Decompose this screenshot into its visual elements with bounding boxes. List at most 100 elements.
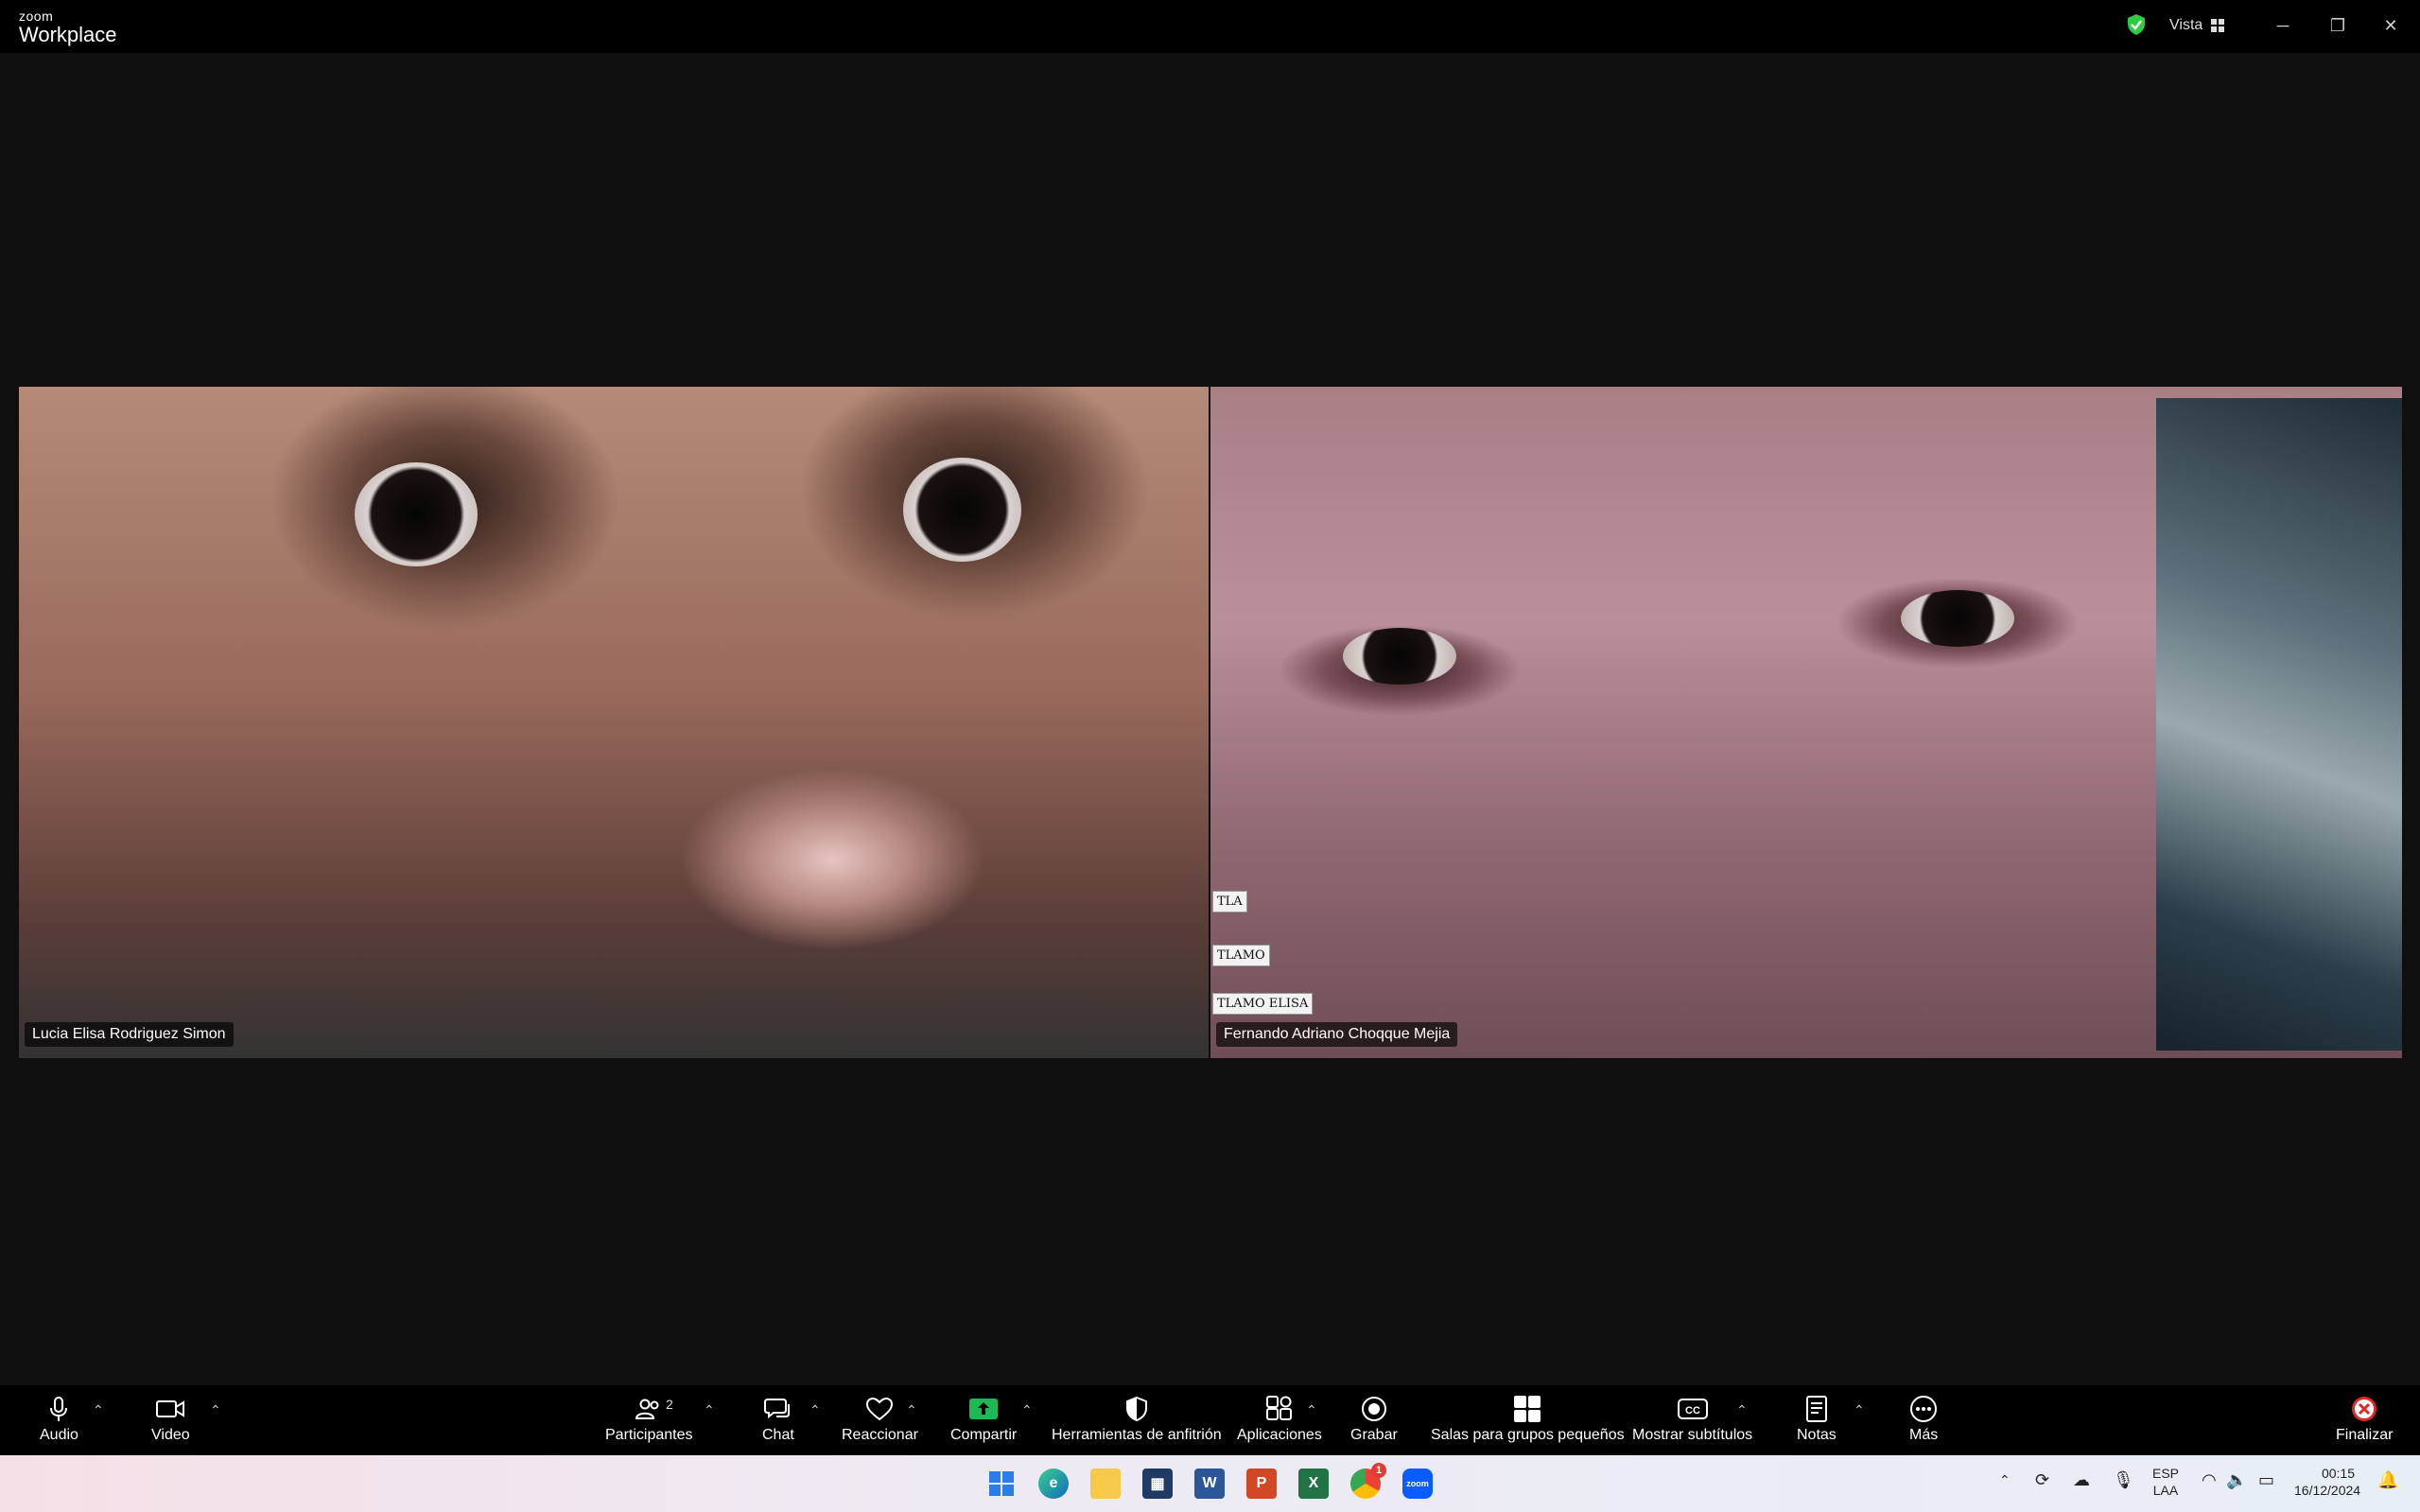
camera-icon xyxy=(155,1395,185,1423)
chat-button[interactable]: Chat xyxy=(762,1395,794,1444)
paper-note: TLAMO ELISA xyxy=(1212,993,1314,1015)
host-tools-label: Herramientas de anfitrión xyxy=(1052,1427,1222,1443)
wifi-icon[interactable]: ◠ xyxy=(2202,1470,2217,1490)
clock-date: 16/12/2024 xyxy=(2294,1483,2361,1498)
heart-icon xyxy=(865,1395,894,1423)
view-label: Vista xyxy=(2169,17,2203,33)
brand-small: zoom xyxy=(19,9,54,24)
breakout-rooms-icon xyxy=(1513,1395,1541,1423)
video-frame-detail xyxy=(1343,628,1456,685)
audio-button[interactable]: Audio xyxy=(40,1395,78,1444)
participants-options-caret-icon[interactable]: ⌃ xyxy=(704,1402,715,1418)
overlay-photo xyxy=(2156,398,2402,1051)
share-screen-icon xyxy=(968,1395,999,1423)
react-label: Reaccionar xyxy=(842,1427,918,1443)
video-label: Video xyxy=(151,1427,190,1443)
notes-options-caret-icon[interactable]: ⌃ xyxy=(1854,1402,1865,1418)
more-label: Más xyxy=(1909,1427,1939,1443)
excel-icon[interactable]: X xyxy=(1298,1469,1329,1499)
meeting-toolbar: Audio ⌃ Video ⌃ Participantes 2 ⌃ Chat ⌃… xyxy=(0,1385,2420,1455)
captions-label: Mostrar subtítulos xyxy=(1632,1427,1753,1443)
video-tile-participant-1[interactable]: Lucia Elisa Rodriguez Simon xyxy=(19,387,1209,1058)
more-button[interactable]: Más xyxy=(1909,1395,1938,1444)
close-button[interactable]: ✕ xyxy=(2374,11,2408,40)
paper-note: TLAMO xyxy=(1212,945,1270,966)
security-shield-icon[interactable] xyxy=(2126,13,2147,36)
input-language[interactable]: ESP LAA xyxy=(2152,1465,2179,1499)
show-hidden-icons-icon[interactable]: ⌃ xyxy=(1999,1472,2011,1488)
title-bar: zoom Workplace Vista ─ ❐ ✕ xyxy=(0,0,2420,53)
participants-label: Participantes xyxy=(605,1427,693,1443)
participant-name-tag: Fernando Adriano Choqque Mejia xyxy=(1216,1022,1458,1047)
share-label: Compartir xyxy=(950,1427,1018,1443)
share-button[interactable]: Compartir xyxy=(950,1395,1017,1444)
more-dots-icon xyxy=(1909,1395,1938,1423)
microphone-tray-icon[interactable]: 🎙 xyxy=(2113,1470,2134,1490)
battery-icon[interactable]: ▭ xyxy=(2258,1470,2274,1490)
participants-icon xyxy=(635,1395,663,1423)
share-options-caret-icon[interactable]: ⌃ xyxy=(1021,1402,1033,1418)
restore-button[interactable]: ❐ xyxy=(2321,11,2355,40)
edge-icon[interactable]: e xyxy=(1038,1469,1069,1499)
clock-time: 00:15 xyxy=(2321,1466,2355,1481)
participant-name-tag: Lucia Elisa Rodriguez Simon xyxy=(25,1022,234,1047)
clock[interactable]: 00:15 16/12/2024 xyxy=(2294,1465,2361,1499)
video-frame-detail xyxy=(1901,590,2014,647)
language-code: ESP xyxy=(2152,1466,2180,1481)
host-shield-icon xyxy=(1125,1395,1148,1423)
breakout-rooms-label: Salas para grupos pequeños xyxy=(1431,1427,1625,1443)
captions-button[interactable]: CC Mostrar subtítulos xyxy=(1632,1395,1752,1444)
video-frame-detail xyxy=(355,462,478,566)
react-options-caret-icon[interactable]: ⌃ xyxy=(906,1402,917,1418)
grid-view-icon xyxy=(2211,19,2225,32)
minimize-button[interactable]: ─ xyxy=(2266,11,2300,40)
volume-icon[interactable]: 🔈 xyxy=(2226,1470,2247,1490)
notes-label: Notas xyxy=(1797,1427,1837,1443)
sync-icon[interactable]: ⟳ xyxy=(2035,1470,2049,1490)
powerpoint-icon[interactable]: P xyxy=(1246,1469,1277,1499)
record-button[interactable]: Grabar xyxy=(1350,1395,1398,1444)
notes-icon xyxy=(1805,1395,1828,1423)
windows-start-icon[interactable] xyxy=(986,1469,1017,1499)
zoom-icon[interactable]: zoom xyxy=(1402,1469,1433,1499)
notes-button[interactable]: Notas xyxy=(1797,1395,1837,1444)
view-button[interactable]: Vista xyxy=(2169,13,2225,38)
audio-options-caret-icon[interactable]: ⌃ xyxy=(93,1402,104,1418)
video-tile-participant-2[interactable]: TLA TLAMO TLAMO ELISA Fernando Adriano C… xyxy=(1210,387,2402,1058)
record-label: Grabar xyxy=(1350,1427,1398,1443)
brand-big: Workplace xyxy=(19,23,117,46)
file-explorer-icon[interactable] xyxy=(1090,1469,1121,1499)
video-frame-detail xyxy=(903,458,1021,562)
microphone-icon xyxy=(48,1395,69,1423)
chat-options-caret-icon[interactable]: ⌃ xyxy=(810,1402,821,1418)
microsoft-store-icon[interactable]: ▦ xyxy=(1142,1469,1173,1499)
chrome-icon[interactable]: 1 xyxy=(1350,1463,1386,1499)
zoom-workplace-logo: zoom Workplace xyxy=(19,9,117,45)
svg-text:CC: CC xyxy=(1685,1405,1700,1416)
host-tools-button[interactable]: Herramientas de anfitrión xyxy=(1052,1395,1222,1444)
breakout-rooms-button[interactable]: Salas para grupos pequeños xyxy=(1431,1395,1625,1444)
chat-label: Chat xyxy=(762,1427,794,1443)
word-icon[interactable]: W xyxy=(1194,1469,1225,1499)
end-meeting-icon xyxy=(2350,1395,2378,1423)
participants-button[interactable]: Participantes xyxy=(605,1395,693,1444)
chat-icon xyxy=(763,1395,792,1423)
record-icon xyxy=(1360,1395,1388,1423)
video-button[interactable]: Video xyxy=(151,1395,190,1444)
end-meeting-button[interactable]: Finalizar xyxy=(2336,1395,2393,1444)
end-meeting-label: Finalizar xyxy=(2336,1427,2394,1443)
notification-bell-icon[interactable]: 🔔 xyxy=(2377,1470,2398,1490)
cloud-icon[interactable]: ☁ xyxy=(2073,1470,2090,1490)
windows-taskbar: e ▦ W P X 1 zoom ⌃ ⟳ ☁ 🎙 ESP LAA ◠ 🔈 ▭ 0… xyxy=(0,1455,2420,1512)
chrome-notification-badge: 1 xyxy=(1371,1463,1386,1478)
language-layout: LAA xyxy=(2152,1483,2179,1498)
audio-label: Audio xyxy=(40,1427,78,1443)
closed-captions-icon: CC xyxy=(1677,1395,1708,1423)
apps-label: Aplicaciones xyxy=(1237,1427,1322,1443)
apps-options-caret-icon[interactable]: ⌃ xyxy=(1306,1402,1317,1418)
paper-note: TLA xyxy=(1212,891,1247,912)
captions-options-caret-icon[interactable]: ⌃ xyxy=(1736,1402,1748,1418)
participants-count: 2 xyxy=(666,1397,673,1412)
video-options-caret-icon[interactable]: ⌃ xyxy=(210,1402,221,1418)
apps-icon xyxy=(1265,1395,1294,1423)
